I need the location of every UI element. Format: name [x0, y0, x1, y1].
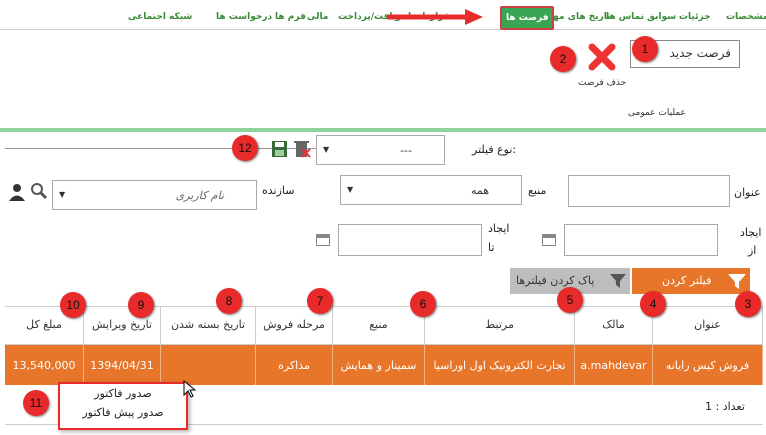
filter-type-value: ---: [400, 144, 412, 157]
created-from-label: ایجاد: [740, 226, 762, 239]
funnel-icon: [728, 274, 746, 289]
mouse-cursor-icon: [183, 380, 197, 398]
annotation-badge: 5: [557, 287, 583, 313]
tab-contacts[interactable]: تماس ها: [606, 12, 644, 22]
annotation-badge: 6: [410, 291, 436, 317]
chevron-down-icon: ▼: [323, 145, 330, 154]
cell-sales-stage: مذاکره: [256, 345, 333, 385]
chevron-down-icon: ▼: [347, 185, 354, 194]
creator-filter-select[interactable]: نام کاربری ▼: [52, 180, 257, 210]
created-from-input[interactable]: [564, 224, 718, 256]
column-owner[interactable]: مالک: [575, 306, 653, 344]
apply-filter-label: فیلتر کردن: [662, 274, 712, 287]
created-to-label: ایجاد: [488, 222, 510, 235]
annotation-badge: 9: [128, 292, 154, 318]
from-label: از: [748, 244, 757, 257]
save-filter-icon[interactable]: [271, 139, 289, 159]
creator-filter-placeholder: نام کاربری: [175, 189, 224, 202]
tab-social[interactable]: شبکه اجتماعی: [128, 12, 192, 22]
column-related[interactable]: مرتبط: [425, 306, 575, 344]
cell-title: فروش کیس رایانه: [653, 345, 763, 385]
source-filter-value: همه: [470, 184, 489, 197]
tab-important-dates[interactable]: تاریخ های مهم: [546, 12, 611, 22]
menu-item-issue-proforma[interactable]: صدور پیش فاکتور: [60, 403, 186, 422]
cell-edit-date: 1394/04/31: [84, 345, 161, 385]
context-menu: صدور فاکتور صدور پیش فاکتور: [58, 382, 188, 430]
column-source[interactable]: منبع: [333, 306, 425, 344]
created-to-input[interactable]: [338, 224, 482, 256]
cell-close-date: [161, 345, 256, 385]
cell-owner: a.mahdevar: [575, 345, 653, 385]
annotation-badge: 7: [307, 288, 333, 314]
title-filter-label: عنوان: [734, 186, 761, 199]
tab-opportunities[interactable]: فرصت ها: [500, 6, 555, 30]
cell-total-amount: 13,540,000: [5, 345, 84, 385]
annotation-badge: 3: [735, 291, 761, 317]
tab-forms[interactable]: فرم ها: [275, 12, 306, 22]
filter-type-label: نوع فیلتر:: [472, 143, 517, 156]
delete-opportunity-label[interactable]: حذف فرصت: [578, 78, 626, 88]
clear-funnel-icon: [610, 274, 626, 288]
tab-requests[interactable]: درخواست ها: [216, 12, 272, 22]
source-filter-label: منبع: [528, 184, 547, 197]
annotation-badge: 1: [632, 36, 658, 62]
annotation-badge: 8: [216, 288, 242, 314]
search-icon[interactable]: [30, 182, 48, 200]
calendar-icon[interactable]: [542, 234, 556, 246]
menu-item-issue-invoice[interactable]: صدور فاکتور: [60, 384, 186, 403]
arrow-annotation: [387, 9, 483, 25]
user-icon[interactable]: [8, 182, 26, 202]
chevron-down-icon: ▼: [59, 190, 66, 199]
apply-filter-button[interactable]: فیلتر کردن: [632, 268, 750, 294]
clear-filters-label: پاک کردن فیلترها: [516, 274, 595, 287]
annotation-badge: 2: [550, 46, 576, 72]
tab-items[interactable]: جزئیات: [679, 12, 711, 22]
tab-details[interactable]: مشخصات: [726, 12, 766, 22]
creator-filter-label: سازنده: [262, 184, 295, 197]
column-close-date[interactable]: تاریخ بسته شدن: [161, 306, 256, 344]
annotation-badge: 12: [232, 135, 258, 161]
general-operations-label: عملیات عمومی: [628, 108, 686, 118]
filter-type-select[interactable]: --- ▼: [316, 135, 445, 165]
divider: [0, 128, 766, 132]
tab-finance[interactable]: مالی: [307, 12, 328, 22]
calendar-icon[interactable]: [316, 234, 330, 246]
annotation-badge: 11: [23, 390, 49, 416]
annotation-badge: 4: [640, 291, 666, 317]
tab-history[interactable]: سوابق: [647, 12, 676, 22]
cell-related: تجارت الکترونیک اول اوراسیا: [425, 345, 575, 385]
delete-icon[interactable]: [587, 42, 617, 72]
trash-icon[interactable]: [293, 139, 311, 159]
row-count: تعداد : 1: [705, 400, 745, 413]
cell-source: سمینار و همایش: [333, 345, 425, 385]
title-filter-input[interactable]: [568, 175, 730, 207]
to-label: تا: [488, 241, 495, 254]
annotation-badge: 10: [60, 292, 86, 318]
tab-bar: مشخصات جزئیات سوابق تماس ها تاریخ های مه…: [0, 0, 766, 30]
source-filter-select[interactable]: همه ▼: [340, 175, 522, 205]
